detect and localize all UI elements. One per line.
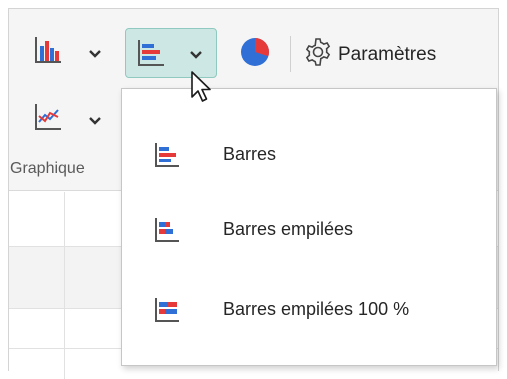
bar-chart-dropdown-chevron-icon[interactable] <box>189 47 203 65</box>
chart-group-label: Graphique <box>10 160 85 177</box>
settings-button[interactable] <box>303 37 333 72</box>
menu-item-label: Barres empilées 100 % <box>223 298 410 319</box>
line-chart-dropdown-chevron-icon[interactable] <box>88 113 102 131</box>
stacked-bar-icon <box>154 217 180 248</box>
grid-line <box>64 192 65 379</box>
menu-item-stacked-bar[interactable]: Barres empilées <box>122 202 496 256</box>
gear-icon <box>303 37 333 72</box>
stacked-bar-100-icon <box>154 297 180 328</box>
line-chart-icon <box>34 103 62 136</box>
menu-item-label: Barres <box>223 143 277 164</box>
pie-chart-icon <box>240 37 270 72</box>
line-chart-button[interactable] <box>34 103 62 136</box>
settings-label[interactable]: Paramètres <box>338 44 436 66</box>
menu-item-clustered-bar[interactable]: Barres <box>122 127 496 181</box>
clustered-bar-icon <box>154 142 180 173</box>
menu-item-stacked-bar-100[interactable]: Barres empilées 100 % <box>122 282 496 336</box>
bar-chart-icon <box>137 39 165 72</box>
column-chart-dropdown-chevron-icon[interactable] <box>88 46 102 64</box>
column-chart-button[interactable] <box>34 36 62 69</box>
toolbar-separator <box>290 36 291 72</box>
menu-item-label: Barres empilées <box>223 218 354 239</box>
column-chart-icon <box>34 36 62 69</box>
pie-chart-button[interactable] <box>240 37 270 72</box>
mouse-cursor-icon <box>190 70 216 111</box>
bar-chart-type-menu: Barres Barres empilées Barres empilées 1… <box>121 88 497 366</box>
